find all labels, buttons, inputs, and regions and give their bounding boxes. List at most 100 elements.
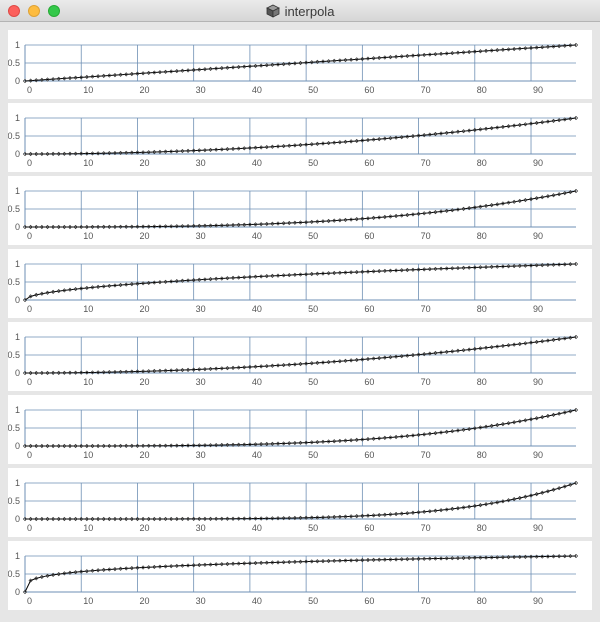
x-tick-label: 0 — [27, 523, 32, 533]
chart-panel: 00.510 10 20 30 40 50 60 70 80 90 — [8, 103, 592, 172]
x-tick-label: 70 — [421, 377, 431, 387]
window-title: interpola — [284, 3, 335, 19]
y-tick-label: 0.5 — [8, 131, 20, 141]
x-tick-label: 80 — [477, 596, 487, 606]
x-tick-label: 70 — [421, 596, 431, 606]
x-tick-label: 70 — [421, 85, 431, 95]
x-tick-label: 30 — [196, 523, 206, 533]
x-tick-label: 10 — [83, 304, 93, 314]
x-tick-label: 60 — [364, 304, 374, 314]
x-tick-label: 20 — [139, 231, 149, 241]
x-tick-label: 30 — [196, 231, 206, 241]
x-tick-label: 60 — [364, 596, 374, 606]
x-tick-label: 30 — [196, 85, 206, 95]
x-tick-label: 40 — [252, 523, 262, 533]
y-tick-label: 1 — [15, 186, 20, 196]
chart-panel: 00.510 10 20 30 40 50 60 70 80 90 — [8, 30, 592, 99]
y-tick-label: 0.5 — [8, 423, 20, 433]
y-tick-label: 1 — [15, 40, 20, 50]
x-tick-label: 90 — [533, 304, 543, 314]
x-tick-label: 0 — [27, 85, 32, 95]
x-tick-label: 10 — [83, 377, 93, 387]
x-tick-label: 90 — [533, 231, 543, 241]
x-tick-label: 60 — [364, 450, 374, 460]
app-window: interpola 0 0.5 1 0 10 20 30 40 50 60 70 80 90 0 0.5 1 0… — [0, 0, 600, 622]
y-tick-label: 0.5 — [8, 58, 20, 68]
x-tick-label: 40 — [252, 304, 262, 314]
x-tick-label: 50 — [308, 450, 318, 460]
x-tick-label: 30 — [196, 377, 206, 387]
x-tick-label: 30 — [196, 158, 206, 168]
x-tick-label: 20 — [139, 85, 149, 95]
chart-panel: 00.510 10 20 30 40 50 60 70 80 90 — [8, 541, 592, 610]
chart-stack: 0 0.5 1 0 10 20 30 40 50 60 70 80 90 0 0.5 1 0 10 20 30 40 50… — [8, 30, 592, 614]
x-tick-label: 90 — [533, 523, 543, 533]
x-tick-label: 60 — [364, 377, 374, 387]
y-tick-label: 0.5 — [8, 204, 20, 214]
y-tick-label: 0 — [15, 149, 20, 159]
window-title-group: interpola — [0, 0, 600, 22]
y-tick-label: 0.5 — [8, 277, 20, 287]
y-tick-label: 0 — [15, 222, 20, 232]
chart-panel: 00.510 10 20 30 40 50 60 70 80 90 — [8, 468, 592, 537]
y-tick-label: 1 — [15, 332, 20, 342]
y-tick-label: 1 — [15, 551, 20, 561]
y-tick-label: 0 — [15, 368, 20, 378]
y-tick-label: 0 — [15, 514, 20, 524]
x-tick-label: 80 — [477, 158, 487, 168]
x-tick-label: 40 — [252, 158, 262, 168]
x-tick-label: 0 — [27, 231, 32, 241]
x-tick-label: 10 — [83, 158, 93, 168]
x-tick-label: 20 — [139, 596, 149, 606]
x-tick-label: 50 — [308, 304, 318, 314]
x-tick-label: 20 — [139, 523, 149, 533]
x-tick-label: 70 — [421, 523, 431, 533]
x-tick-label: 60 — [364, 231, 374, 241]
x-tick-label: 90 — [533, 158, 543, 168]
y-tick-label: 0 — [15, 76, 20, 86]
y-tick-label: 1 — [15, 259, 20, 269]
y-tick-label: 0 — [15, 295, 20, 305]
x-tick-label: 90 — [533, 450, 543, 460]
x-tick-label: 0 — [27, 377, 32, 387]
title-bar[interactable]: interpola — [0, 0, 600, 22]
x-tick-label: 90 — [533, 377, 543, 387]
chart-panel: 00.510 10 20 30 40 50 60 70 80 90 — [8, 249, 592, 318]
x-tick-label: 0 — [27, 596, 32, 606]
x-tick-label: 30 — [196, 596, 206, 606]
x-tick-label: 80 — [477, 450, 487, 460]
x-tick-label: 20 — [139, 304, 149, 314]
x-tick-label: 90 — [533, 596, 543, 606]
x-tick-label: 10 — [83, 523, 93, 533]
x-tick-label: 50 — [308, 85, 318, 95]
y-tick-label: 0.5 — [8, 350, 20, 360]
y-tick-label: 1 — [15, 405, 20, 415]
x-tick-label: 70 — [421, 304, 431, 314]
x-tick-label: 20 — [139, 377, 149, 387]
x-tick-label: 10 — [83, 596, 93, 606]
x-tick-label: 70 — [421, 158, 431, 168]
y-tick-label: 0 — [15, 441, 20, 451]
y-tick-label: 0.5 — [8, 496, 20, 506]
y-tick-label: 0 — [15, 587, 20, 597]
x-tick-label: 10 — [83, 85, 93, 95]
x-tick-label: 10 — [83, 231, 93, 241]
x-tick-label: 50 — [308, 231, 318, 241]
x-tick-label: 0 — [27, 158, 32, 168]
x-tick-label: 40 — [252, 450, 262, 460]
x-tick-label: 80 — [477, 85, 487, 95]
x-tick-label: 10 — [83, 450, 93, 460]
chart-panel: 00.510 10 20 30 40 50 60 70 80 90 — [8, 322, 592, 391]
x-tick-label: 60 — [364, 523, 374, 533]
x-tick-label: 80 — [477, 231, 487, 241]
x-tick-label: 80 — [477, 377, 487, 387]
x-tick-label: 0 — [27, 304, 32, 314]
y-tick-label: 1 — [15, 478, 20, 488]
chart-panel: 00.510 10 20 30 40 50 60 70 80 90 — [8, 176, 592, 245]
x-tick-label: 80 — [477, 523, 487, 533]
x-tick-label: 20 — [139, 158, 149, 168]
x-tick-label: 40 — [252, 231, 262, 241]
x-tick-label: 50 — [308, 377, 318, 387]
x-tick-label: 40 — [252, 377, 262, 387]
x-tick-label: 50 — [308, 523, 318, 533]
